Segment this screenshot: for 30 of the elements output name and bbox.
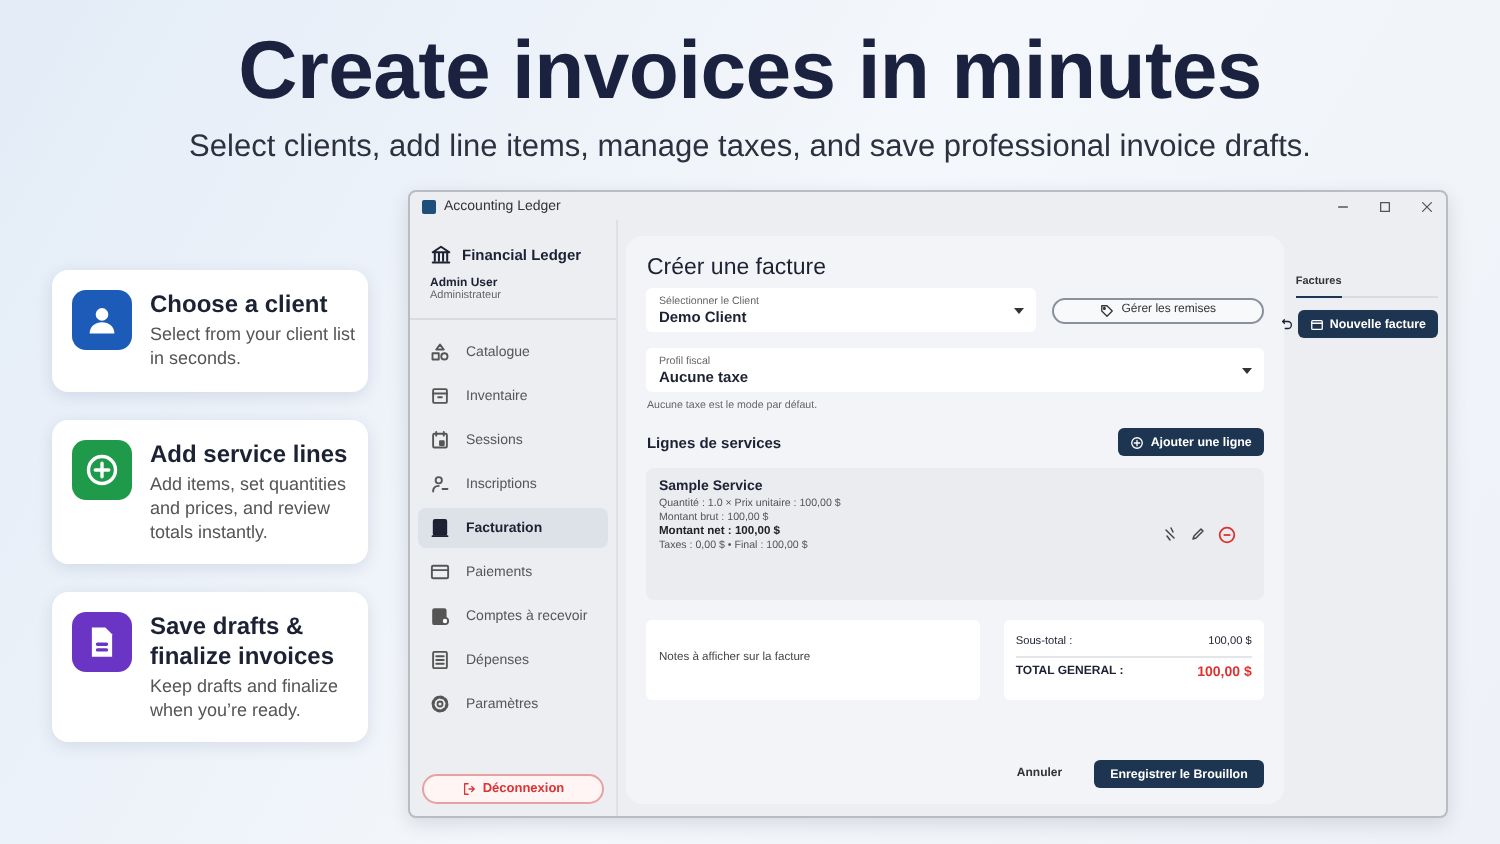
person-icon bbox=[430, 474, 450, 494]
close-icon bbox=[1420, 199, 1434, 213]
calendar-icon bbox=[430, 430, 450, 450]
feature-title: Save drafts & finalize invoices bbox=[150, 612, 337, 670]
headline: Create invoices in minutes bbox=[236, 24, 1264, 118]
box-icon bbox=[430, 386, 450, 406]
caret-icon bbox=[1013, 308, 1024, 314]
app-logo-icon bbox=[422, 199, 436, 213]
feature-description: Select from your client list in seconds. bbox=[150, 324, 358, 372]
bank-icon bbox=[430, 244, 452, 266]
caret-icon bbox=[1241, 368, 1252, 374]
form-title: Créer une facture bbox=[646, 256, 828, 280]
logout-icon bbox=[462, 782, 477, 796]
remove-icon[interactable] bbox=[1217, 525, 1236, 543]
maximize-icon bbox=[1378, 199, 1392, 213]
refresh-icon bbox=[1279, 317, 1294, 331]
person-icon bbox=[84, 302, 120, 338]
feature-description: Keep drafts and finalize when you’re ready. bbox=[150, 676, 341, 723]
list-icon bbox=[430, 650, 450, 670]
subheadline: Select clients, add line items, manage taxes, and save professional invoice drafts. bbox=[187, 130, 1313, 166]
shapes-icon bbox=[430, 342, 450, 362]
feature-description: Add items, set quantities and prices, and review totals instantly. bbox=[150, 474, 349, 545]
feature-title: Add service lines bbox=[150, 439, 350, 469]
add-icon bbox=[1130, 435, 1145, 449]
card-icon bbox=[430, 562, 450, 582]
tag-icon bbox=[1099, 303, 1114, 317]
add-icon bbox=[84, 451, 120, 488]
edit-icon bbox=[1189, 526, 1206, 542]
feature-title: Choose a client bbox=[150, 290, 330, 319]
settings-icon bbox=[430, 694, 450, 714]
